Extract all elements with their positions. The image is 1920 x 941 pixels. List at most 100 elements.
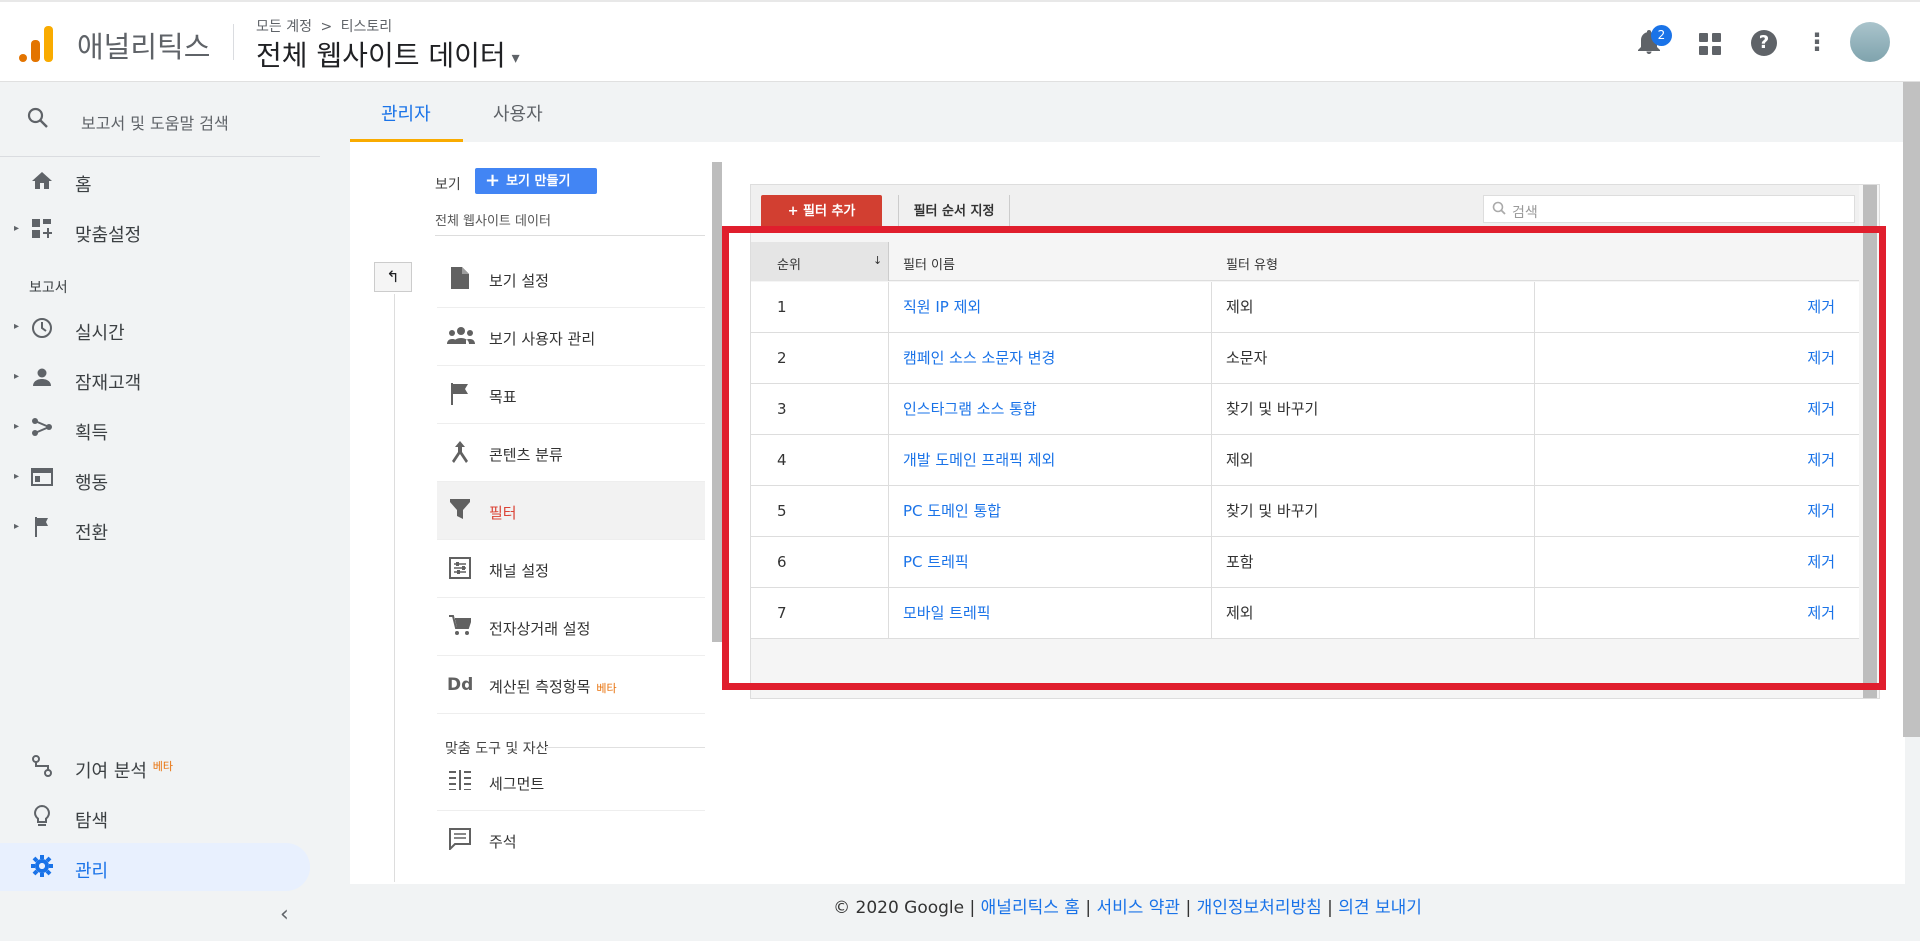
copyright: © 2020 Google [833,898,965,918]
apps-grid-icon[interactable] [1699,33,1721,55]
menu-goals[interactable]: 목표 [437,366,705,424]
sidebar-item-audience[interactable]: ▸ 잠재고객 [0,355,310,403]
gear-icon [30,855,54,879]
menu-view-settings[interactable]: 보기 설정 [437,250,705,308]
search-icon [1492,201,1506,219]
footer-separator: | [1185,898,1192,918]
expand-caret-icon: ▸ [14,223,20,234]
brand-name[interactable]: 애널리틱스 [77,24,210,66]
more-menu-icon[interactable]: ⋮ [1805,28,1829,56]
menu-annotations[interactable]: 주석 [437,811,705,869]
search-placeholder: 검색 [1512,205,1538,221]
calculated-metrics-label: 계산된 측정항목 [489,678,591,696]
expand-caret-icon: ▸ [14,321,20,332]
create-view-button[interactable]: + 보기 만들기 [475,168,597,194]
sidebar-item-home[interactable]: 홈 [0,157,310,205]
flag-icon [447,383,473,410]
footer-separator: | [1085,898,1092,918]
beta-badge: 베타 [152,760,173,773]
menu-label: 보기 설정 [489,272,549,290]
create-view-label: 보기 만들기 [506,174,571,189]
footer-link-terms[interactable]: 서비스 약관 [1096,898,1180,918]
plus-icon: + [485,170,501,191]
sidebar-item-label: 잠재고객 [75,373,142,394]
menu-label: 콘텐츠 분류 [489,446,563,464]
notification-badge: 2 [1651,25,1672,46]
sidebar-item-discover[interactable]: 탐색 [0,793,310,841]
sidebar-item-label: 실시간 [75,323,125,344]
breadcrumb-account[interactable]: 모든 계정 [256,19,312,35]
menu-channel-settings[interactable]: 채널 설정 [437,540,705,598]
highlight-box [722,226,1886,690]
tab-user[interactable]: 사용자 [493,100,543,126]
channel-settings-icon [447,557,473,584]
dd-icon: Dd [447,675,474,695]
add-filter-button[interactable]: + 필터 추가 [761,195,882,229]
sidebar-item-acquisition[interactable]: ▸ 획득 [0,405,310,453]
menu-segments[interactable]: 세그먼트 [437,753,705,811]
dashboard-icon [30,219,54,243]
attribution-label: 기여 분석 [75,761,147,782]
help-icon[interactable]: ? [1751,30,1777,56]
annotation-icon [447,828,473,855]
filters-toolbar: + 필터 추가 필터 순서 지정 검색 [751,185,1859,230]
sidebar-item-label: 맞춤설정 [75,225,142,246]
footer-link-analytics-home[interactable]: 애널리틱스 홈 [981,898,1080,918]
footer-link-privacy[interactable]: 개인정보처리방침 [1197,898,1322,918]
assign-filter-order-button[interactable]: 필터 순서 지정 [898,195,1010,229]
expand-caret-icon: ▸ [14,471,20,482]
footer-separator: | [1327,898,1333,918]
section-reports-label: 보고서 [29,280,68,296]
menu-label: 보기 사용자 관리 [489,330,596,348]
menu-calculated-metrics[interactable]: Dd 계산된 측정항목 베타 [437,656,705,714]
people-icon [447,325,475,349]
view-selector-label: 전체 웹사이트 데이터 [256,39,506,72]
view-divider [435,235,705,236]
footer-link-feedback[interactable]: 의견 보내기 [1338,898,1422,918]
header-divider [233,24,234,60]
menu-ecommerce-settings[interactable]: 전자상거래 설정 [437,598,705,656]
sidebar-item-behavior[interactable]: ▸ 행동 [0,455,310,503]
expand-caret-icon: ▸ [14,421,20,432]
menu-filters[interactable]: 필터 [437,482,705,540]
filter-search-input[interactable]: 검색 [1483,195,1855,223]
view-selector[interactable]: 전체 웹사이트 데이터 ▾ [256,34,520,74]
cart-icon [447,615,473,642]
menu-content-grouping[interactable]: 콘텐츠 분류 [437,424,705,482]
sidebar-item-label: 탐색 [75,811,109,832]
menu-label: 세그먼트 [489,775,545,793]
sidebar-item-custom[interactable]: ▸ 맞춤설정 [0,207,310,255]
analytics-logo-icon[interactable] [19,26,53,62]
sidebar-search[interactable]: 보고서 및 도움말 검색 [0,82,320,156]
menu-label: 계산된 측정항목 베타 [489,676,617,697]
back-arrow-button[interactable]: ↰ [374,262,412,292]
column-divider [394,294,395,882]
avatar[interactable] [1850,22,1890,62]
footer: © 2020 Google | 애널리틱스 홈 | 서비스 약관 | 개인정보처… [350,884,1905,941]
tab-admin[interactable]: 관리자 [381,100,431,126]
menu-view-user-management[interactable]: 보기 사용자 관리 [437,308,705,366]
acquisition-icon [30,417,54,441]
sidebar-item-conversions[interactable]: ▸ 전환 [0,505,310,553]
collapse-sidebar-icon[interactable]: ‹ [280,902,289,927]
sidebar-item-label: 홈 [75,175,92,196]
menu-label: 전자상거래 설정 [489,620,591,638]
breadcrumb-property[interactable]: 티스토리 [341,19,393,35]
top-bar: 애널리틱스 모든 계정 > 티스토리 전체 웹사이트 데이터 ▾ 2 ? ⋮ [0,0,1920,82]
sidebar-item-attribution[interactable]: 기여 분석 베타 [0,743,310,791]
view-name-label: 전체 웹사이트 데이터 [435,214,551,229]
filter-icon [447,499,473,524]
sidebar-item-label: 전환 [75,523,109,544]
flag-icon [30,517,54,541]
sidebar-item-admin[interactable]: 관리 [0,843,310,891]
segment-icon [447,770,473,795]
view-column-label: 보기 [435,177,461,193]
page-scrollbar[interactable] [1903,82,1920,737]
sidebar-item-label: 관리 [75,861,109,882]
menu-label: 채널 설정 [489,562,549,580]
column-scrollbar[interactable] [712,162,722,642]
attribution-icon [30,755,54,779]
window-icon [30,467,54,491]
search-placeholder: 보고서 및 도움말 검색 [81,114,229,133]
sidebar-item-realtime[interactable]: ▸ 실시간 [0,305,310,353]
